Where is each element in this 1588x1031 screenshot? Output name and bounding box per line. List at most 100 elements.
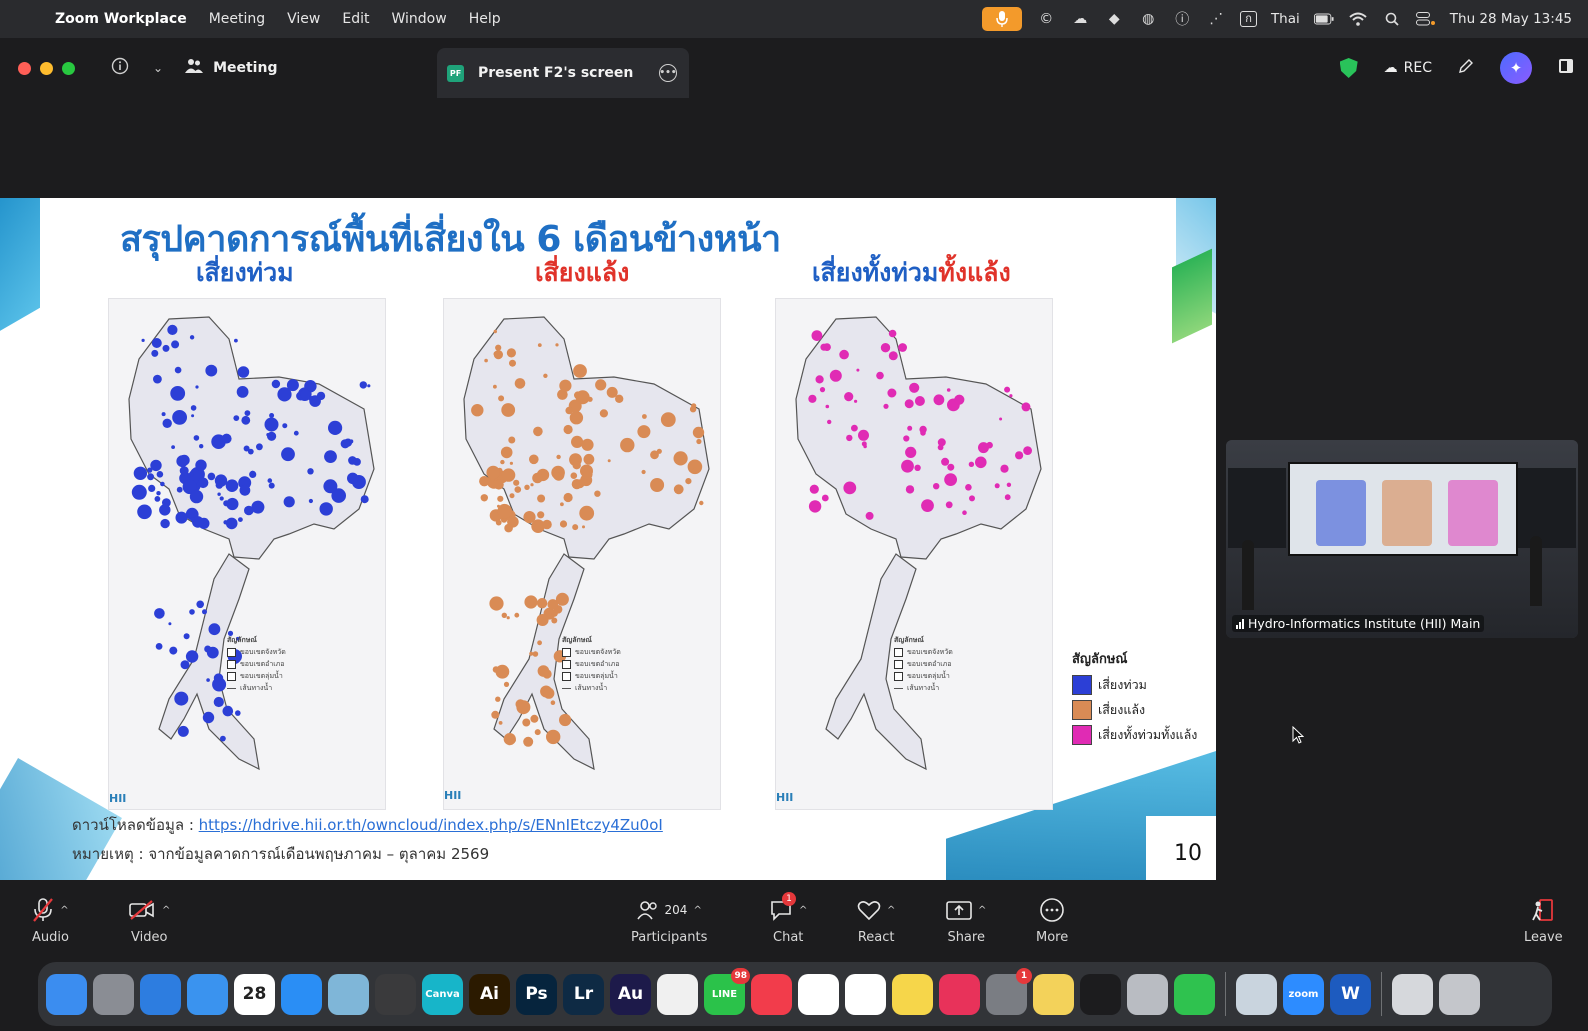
line-icon[interactable]: LINE 98 — [704, 967, 750, 1015]
security-shield-icon[interactable] — [1339, 58, 1358, 78]
risk-area-mark — [907, 425, 913, 431]
chevron-down-icon[interactable]: ⌄ — [153, 61, 163, 75]
photos-icon[interactable] — [657, 973, 698, 1015]
minimize-window-button[interactable] — [40, 61, 53, 75]
close-window-button[interactable] — [18, 61, 31, 75]
quicktime-icon[interactable] — [1080, 973, 1121, 1015]
risk-area-mark — [542, 519, 552, 530]
launchpad-icon[interactable] — [93, 973, 134, 1015]
annotate-pencil-icon[interactable] — [1458, 58, 1474, 78]
control-center-icon[interactable] — [1415, 10, 1436, 28]
more-button[interactable]: More — [1036, 896, 1068, 945]
menubar-datetime[interactable]: Thu 28 May 13:45 — [1450, 11, 1572, 27]
microphone-in-use-icon[interactable] — [982, 7, 1023, 31]
share-options-chevron-icon[interactable]: ^ — [978, 905, 986, 916]
menu-window[interactable]: Window — [381, 11, 458, 27]
share-button[interactable]: ^ Share — [946, 896, 986, 945]
trash-icon[interactable] — [1439, 973, 1480, 1015]
video-button[interactable]: ^ Video — [128, 896, 170, 945]
reminders-icon[interactable] — [845, 973, 886, 1015]
iphone-mirroring-icon[interactable] — [1127, 973, 1168, 1015]
spotlight-search-icon[interactable] — [1382, 10, 1402, 28]
audio-options-chevron-icon[interactable]: ^ — [60, 905, 68, 916]
risk-area-mark — [685, 478, 692, 485]
wifi-icon[interactable] — [1348, 10, 1368, 28]
calendar-icon[interactable]: 28 — [234, 973, 275, 1015]
photoshop-icon[interactable]: Ps — [516, 973, 557, 1015]
menu-view[interactable]: View — [276, 11, 331, 27]
react-options-chevron-icon[interactable]: ^ — [887, 905, 895, 916]
participants-options-chevron-icon[interactable]: ^ — [693, 905, 701, 916]
risk-area-mark — [962, 510, 967, 515]
risk-area-mark — [137, 504, 152, 520]
illustrator-icon[interactable]: Ai — [469, 973, 510, 1015]
zoom-icon[interactable]: zoom — [1283, 973, 1324, 1015]
chat-button[interactable]: 1 ^ Chat — [769, 892, 807, 945]
word-icon[interactable]: W — [1330, 973, 1371, 1015]
stickies-icon[interactable] — [1033, 973, 1074, 1015]
scanner-icon[interactable] — [1392, 973, 1433, 1015]
menu-help[interactable]: Help — [458, 11, 512, 27]
risk-area-mark — [221, 433, 232, 444]
accessibility-icon[interactable]: ⓘ — [1172, 10, 1192, 28]
menu-edit[interactable]: Edit — [331, 11, 380, 27]
risk-area-mark — [500, 459, 505, 465]
meeting-info-icon[interactable] — [111, 57, 129, 79]
dots-menu-icon[interactable]: ⋰ — [1206, 10, 1226, 28]
battery-icon[interactable] — [1313, 10, 1334, 28]
leave-button[interactable]: Leave — [1524, 896, 1563, 945]
risk-area-mark — [160, 518, 170, 529]
copyright-app-icon[interactable]: © — [1036, 10, 1056, 28]
risk-area-mark — [219, 496, 224, 501]
preview-icon[interactable] — [328, 973, 369, 1015]
participant-video-tile[interactable]: Hydro-Informatics Institute (HII) Main — [1226, 440, 1578, 638]
input-source-label[interactable]: Thai — [1271, 11, 1300, 27]
safari-icon[interactable] — [140, 973, 181, 1015]
globe-icon[interactable]: ◍ — [1138, 10, 1158, 28]
facetime-icon[interactable] — [1174, 973, 1215, 1015]
cloud-sync-icon[interactable]: ☁ — [1070, 10, 1090, 28]
canva-icon[interactable]: Canva — [422, 973, 463, 1015]
risk-area-mark — [501, 468, 516, 482]
cloud-record-indicator[interactable]: ☁ REC — [1384, 60, 1432, 76]
chrome-icon[interactable] — [798, 973, 839, 1015]
side-panel-icon[interactable] — [1558, 58, 1574, 78]
risk-area-mark — [503, 733, 516, 746]
lightroom-icon[interactable]: Lr — [563, 973, 604, 1015]
notes-icon[interactable] — [892, 973, 933, 1015]
chat-options-chevron-icon[interactable]: ^ — [799, 905, 807, 916]
risk-area-mark — [504, 523, 513, 533]
tab-meeting[interactable]: Meeting — [185, 58, 277, 78]
zoom-window-button[interactable] — [62, 61, 75, 75]
transfer-icon[interactable]: ◆ — [1104, 10, 1124, 28]
audition-icon[interactable]: Au — [610, 973, 651, 1015]
system-settings-icon[interactable]: 1 — [986, 967, 1032, 1015]
share-screen-icon — [946, 901, 972, 920]
react-button[interactable]: ^ React — [857, 896, 895, 945]
music-icon[interactable] — [751, 973, 792, 1015]
creative-cloud-icon[interactable] — [939, 973, 980, 1015]
risk-area-mark — [536, 598, 548, 609]
tab-present-screen[interactable]: PF Present F2's screen ••• — [437, 48, 689, 98]
map-legend-small-item: ขอบเขตจังหวัด — [240, 648, 286, 656]
download-link[interactable]: https://hdrive.hii.or.th/owncloud/index.… — [199, 816, 663, 834]
participants-button[interactable]: 204 ^ Participants — [631, 896, 707, 945]
app-store-icon[interactable] — [281, 973, 322, 1015]
preview-doc-icon[interactable] — [1236, 973, 1277, 1015]
ai-companion-icon[interactable]: ✦ — [1500, 52, 1532, 84]
more-options-icon[interactable]: ••• — [659, 64, 677, 82]
risk-area-mark — [829, 369, 842, 382]
video-options-chevron-icon[interactable]: ^ — [162, 905, 170, 916]
risk-area-mark — [898, 343, 907, 352]
mail-icon[interactable] — [187, 973, 228, 1015]
risk-area-mark — [256, 443, 263, 451]
risk-area-mark — [543, 687, 555, 699]
finder-icon[interactable] — [46, 973, 87, 1015]
menu-meeting[interactable]: Meeting — [198, 11, 276, 27]
menu-app-name[interactable]: Zoom Workplace — [44, 11, 198, 27]
input-source-icon[interactable]: ก — [1240, 11, 1257, 27]
audio-button[interactable]: ^ Audio — [32, 896, 69, 945]
video-caption: Hydro-Informatics Institute (HII) Main — [1232, 615, 1485, 632]
risk-area-mark — [156, 491, 161, 496]
calculator-icon[interactable] — [375, 973, 416, 1015]
